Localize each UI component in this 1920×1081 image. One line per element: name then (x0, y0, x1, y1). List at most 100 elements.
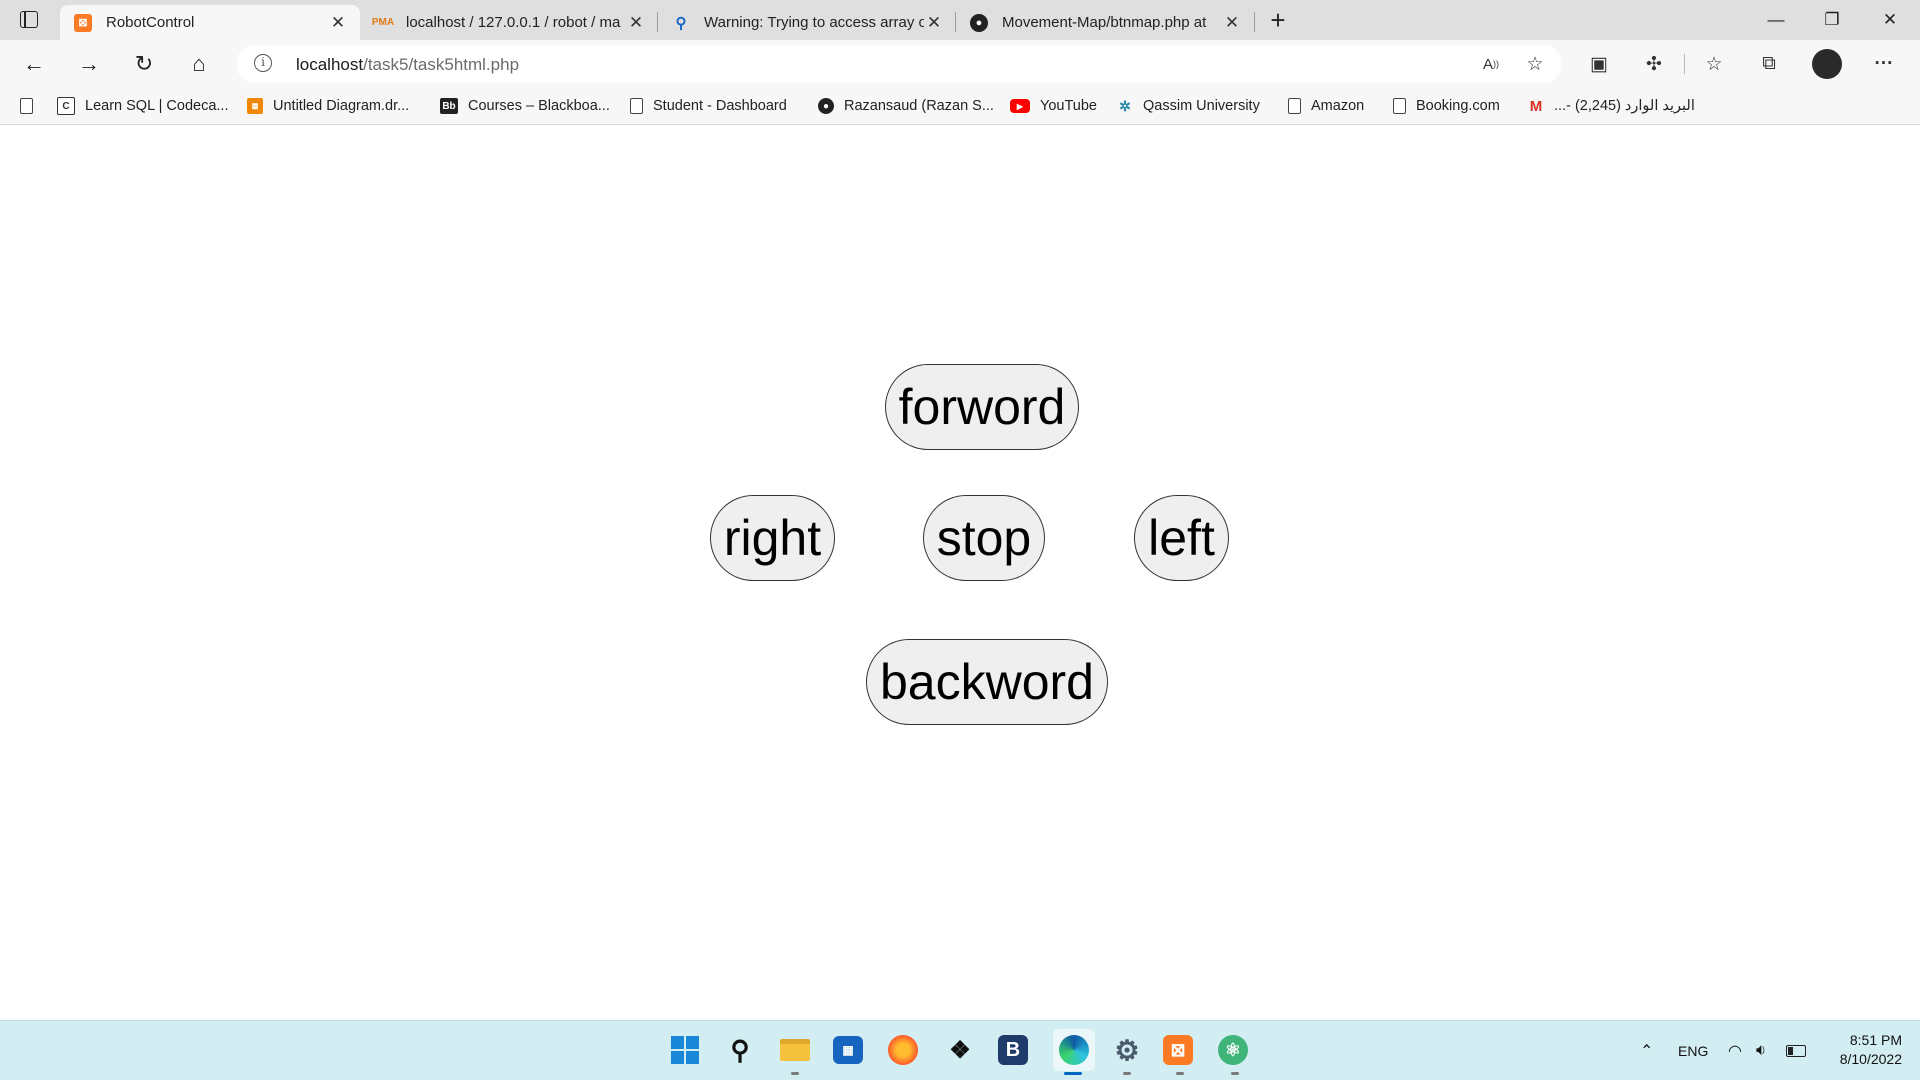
drawio-icon: ⧈ (247, 98, 263, 114)
bookmark-item[interactable]: ● Razansaud (Razan S... (818, 94, 994, 118)
tab-phpmyadmin[interactable]: PMA localhost / 127.0.0.1 / robot / ma ✕ (360, 5, 658, 40)
clock[interactable]: 8:51 PM 8/10/2022 (1826, 1031, 1902, 1069)
github-icon: ● (970, 13, 988, 32)
restore-button[interactable]: ❐ (1804, 0, 1860, 40)
settings-icon[interactable]: ⚙ (1110, 1033, 1144, 1067)
bookmark-label: YouTube (1040, 98, 1097, 114)
home-icon[interactable]: ⌂ (181, 46, 217, 82)
browser-toolbar: ← → ↻ ⌂ i localhost/task5/task5html.php … (0, 40, 1920, 88)
volume-icon[interactable]: 🔉︎ (1756, 1021, 1766, 1081)
forward-control-button[interactable]: forword (885, 364, 1079, 450)
bookmark-label: Courses – Blackboa... (468, 98, 610, 114)
windows-taskbar: ⚲ ▦ ❖ B ⚙ ⊠ ⚛ ⌃ ENG ◠ 🔉︎ 8:51 PM 8/10/20… (0, 1020, 1920, 1080)
url-host: localhost (296, 55, 364, 74)
bookmark-item[interactable]: ✲ Qassim University (1117, 94, 1260, 118)
close-icon[interactable]: ✕ (626, 13, 646, 33)
bookmark-item[interactable]: Amazon (1288, 94, 1364, 118)
collections-icon[interactable]: ⧉ (1754, 49, 1784, 79)
atom-icon[interactable]: ⚛ (1218, 1035, 1248, 1065)
refresh-button[interactable]: ↻ (126, 46, 162, 82)
address-bar[interactable]: i localhost/task5/task5html.php A)) ☆ (236, 45, 1562, 83)
read-aloud-icon[interactable]: A)) (1476, 49, 1506, 79)
bookmark-item[interactable]: Bb Courses – Blackboa... (440, 94, 610, 118)
tab-robotcontrol[interactable]: ⊠ RobotControl ✕ (60, 5, 360, 40)
tab-title: RobotControl (106, 14, 195, 31)
bookmark-label: Booking.com (1416, 98, 1500, 114)
favorites-icon[interactable]: ☆ (1699, 49, 1729, 79)
back-button[interactable]: ← (16, 46, 52, 82)
bookmark-item[interactable]: ▶ YouTube (1010, 94, 1097, 118)
gmail-icon: M (1529, 97, 1543, 115)
bookmark-item[interactable]: Student - Dashboard (630, 94, 787, 118)
new-tab-button[interactable]: + (1262, 4, 1294, 36)
xampp-icon[interactable]: ⊠ (1163, 1035, 1193, 1065)
minimize-button[interactable]: — (1748, 0, 1804, 40)
running-indicator-active (1064, 1072, 1082, 1075)
wifi-icon[interactable]: ◠ (1728, 1021, 1742, 1081)
firefox-icon[interactable] (888, 1035, 918, 1065)
language-indicator[interactable]: ENG (1678, 1021, 1708, 1081)
tab-github[interactable]: ● Movement-Map/btnmap.php at ✕ (956, 5, 1254, 40)
youtube-icon: ▶ (1010, 99, 1030, 113)
microsoft-store-icon[interactable]: ▦ (833, 1036, 863, 1064)
clock-date: 8/10/2022 (1839, 1051, 1902, 1067)
forward-button[interactable]: → (71, 46, 107, 82)
search-icon[interactable]: ⚲ (723, 1033, 757, 1067)
bookmark-item[interactable]: Booking.com (1393, 94, 1500, 118)
dropbox-icon[interactable]: ❖ (943, 1033, 977, 1067)
tab-actions-icon[interactable] (20, 11, 38, 28)
close-window-button[interactable]: ✕ (1862, 0, 1918, 40)
add-favorite-icon[interactable]: ☆ (1520, 49, 1550, 79)
stop-control-button[interactable]: stop (923, 495, 1045, 581)
bookmark-label: Untitled Diagram.dr... (273, 98, 410, 114)
close-icon[interactable]: ✕ (328, 13, 348, 33)
edge-icon[interactable] (1053, 1029, 1095, 1071)
bookmark-page-icon[interactable] (20, 94, 43, 118)
show-hidden-icons[interactable]: ⌃ (1640, 1021, 1653, 1081)
page-icon (1393, 98, 1406, 114)
battery-icon[interactable] (1786, 1021, 1806, 1081)
close-icon[interactable]: ✕ (1222, 13, 1242, 33)
address-url[interactable]: localhost/task5/task5html.php (296, 55, 519, 75)
page-content: forword right stop left backword (0, 125, 1920, 1020)
codecademy-icon: C (57, 97, 75, 115)
bookmark-label: Learn SQL | Codeca... (85, 98, 229, 114)
university-icon: ✲ (1119, 97, 1131, 114)
right-control-button[interactable]: right (710, 495, 835, 581)
bookmark-label: Razansaud (Razan S... (844, 98, 994, 114)
page-icon (1288, 98, 1301, 114)
bookmark-item[interactable]: ⧈ Untitled Diagram.dr... (247, 94, 409, 118)
windows-start-icon[interactable] (668, 1033, 702, 1067)
running-indicator (791, 1072, 799, 1075)
tab-title: Warning: Trying to access array o (704, 14, 924, 31)
file-explorer-icon[interactable] (778, 1033, 812, 1067)
bookmark-label: Qassim University (1143, 98, 1260, 114)
bookmark-item[interactable]: M البريد الوارد (2,245) -... (1528, 94, 1695, 118)
url-path: /task5/task5html.php (363, 55, 520, 74)
page-icon (20, 98, 33, 114)
github-icon: ● (818, 98, 834, 114)
bookmark-label: البريد الوارد (2,245) -... (1554, 98, 1695, 114)
running-indicator (1123, 1072, 1131, 1075)
search-icon: ⚲ (675, 14, 687, 32)
b-app-icon[interactable]: B (998, 1035, 1028, 1065)
bookmark-label: Amazon (1311, 98, 1365, 114)
running-indicator (1176, 1072, 1184, 1075)
running-indicator (1231, 1072, 1239, 1075)
clock-time: 8:51 PM (1849, 1032, 1902, 1048)
more-options-icon[interactable]: ··· (1869, 49, 1899, 79)
close-icon[interactable]: ✕ (924, 13, 944, 33)
avatar[interactable] (1812, 49, 1842, 79)
extension-screenshot-icon[interactable]: ▣ (1584, 49, 1614, 79)
bookmark-item[interactable]: C Learn SQL | Codeca... (57, 94, 228, 118)
backward-control-button[interactable]: backword (866, 639, 1108, 725)
tab-bar: ⊠ RobotControl ✕ PMA localhost / 127.0.0… (0, 0, 1920, 40)
tab-title: Movement-Map/btnmap.php at (1002, 14, 1207, 31)
tab-warning-search[interactable]: ⚲ Warning: Trying to access array o ✕ (658, 5, 956, 40)
left-control-button[interactable]: left (1134, 495, 1229, 581)
blackboard-icon: Bb (440, 98, 458, 114)
xampp-icon: ⊠ (74, 13, 92, 32)
extensions-icon[interactable]: ✣ (1639, 49, 1669, 79)
bookmarks-bar: C Learn SQL | Codeca... ⧈ Untitled Diagr… (0, 88, 1920, 125)
site-info-icon[interactable]: i (254, 54, 272, 72)
